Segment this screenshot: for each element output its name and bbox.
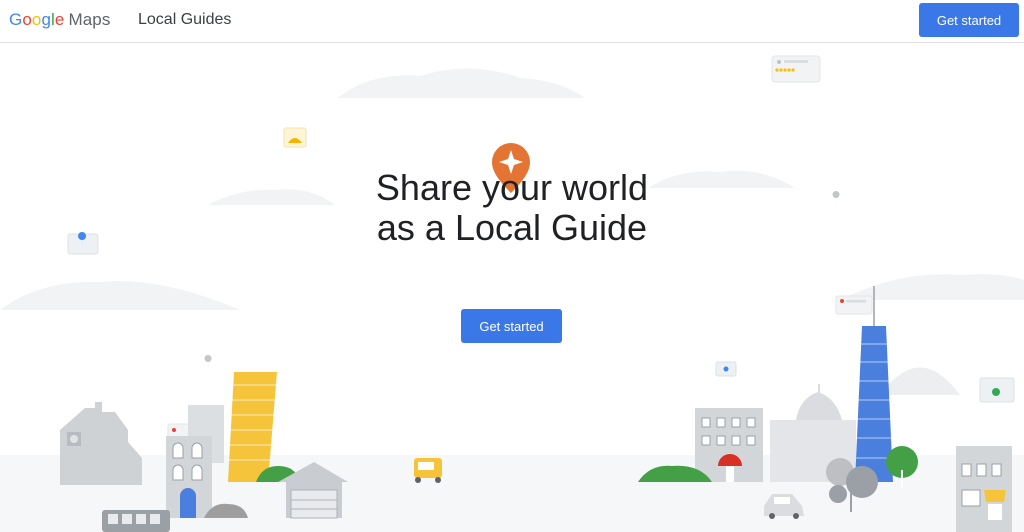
map-card-icon <box>979 377 1015 403</box>
logo-letter: G <box>9 10 23 29</box>
map-pin-icon <box>832 191 840 208</box>
city-skyline-illustration <box>0 55 1024 532</box>
logo-letter: e <box>54 10 65 29</box>
shop-building <box>956 446 1012 532</box>
header-get-started-button[interactable]: Get started <box>919 3 1019 37</box>
headline-line-1: Share your world <box>375 167 649 208</box>
hero-get-started-button[interactable]: Get started <box>461 309 562 343</box>
mountain <box>880 367 960 395</box>
tram <box>102 510 170 532</box>
logo-letter: o <box>22 10 32 29</box>
map-card-icon <box>715 361 737 377</box>
review-card-icon <box>835 295 873 315</box>
hero-illustration: Share your world as a Local Guide Get st… <box>0 43 1024 532</box>
google-maps-logo[interactable]: Google Maps <box>9 10 110 30</box>
house-left <box>60 402 142 485</box>
blue-skyscraper <box>855 286 893 482</box>
logo-letter: g <box>41 10 52 29</box>
map-card-icon <box>67 232 99 255</box>
apartment-building <box>695 408 763 482</box>
food-photo-card-icon <box>283 127 307 148</box>
logo-product-name: Maps <box>68 10 111 29</box>
hero-headline: Share your world as a Local Guide <box>312 168 712 248</box>
headline-line-2: as a Local Guide <box>376 207 648 248</box>
top-navigation-bar: Google Maps Local Guides Get started <box>0 0 1024 43</box>
map-pin-icon <box>204 355 212 372</box>
review-card-icon <box>771 55 821 83</box>
section-title[interactable]: Local Guides <box>138 11 231 29</box>
